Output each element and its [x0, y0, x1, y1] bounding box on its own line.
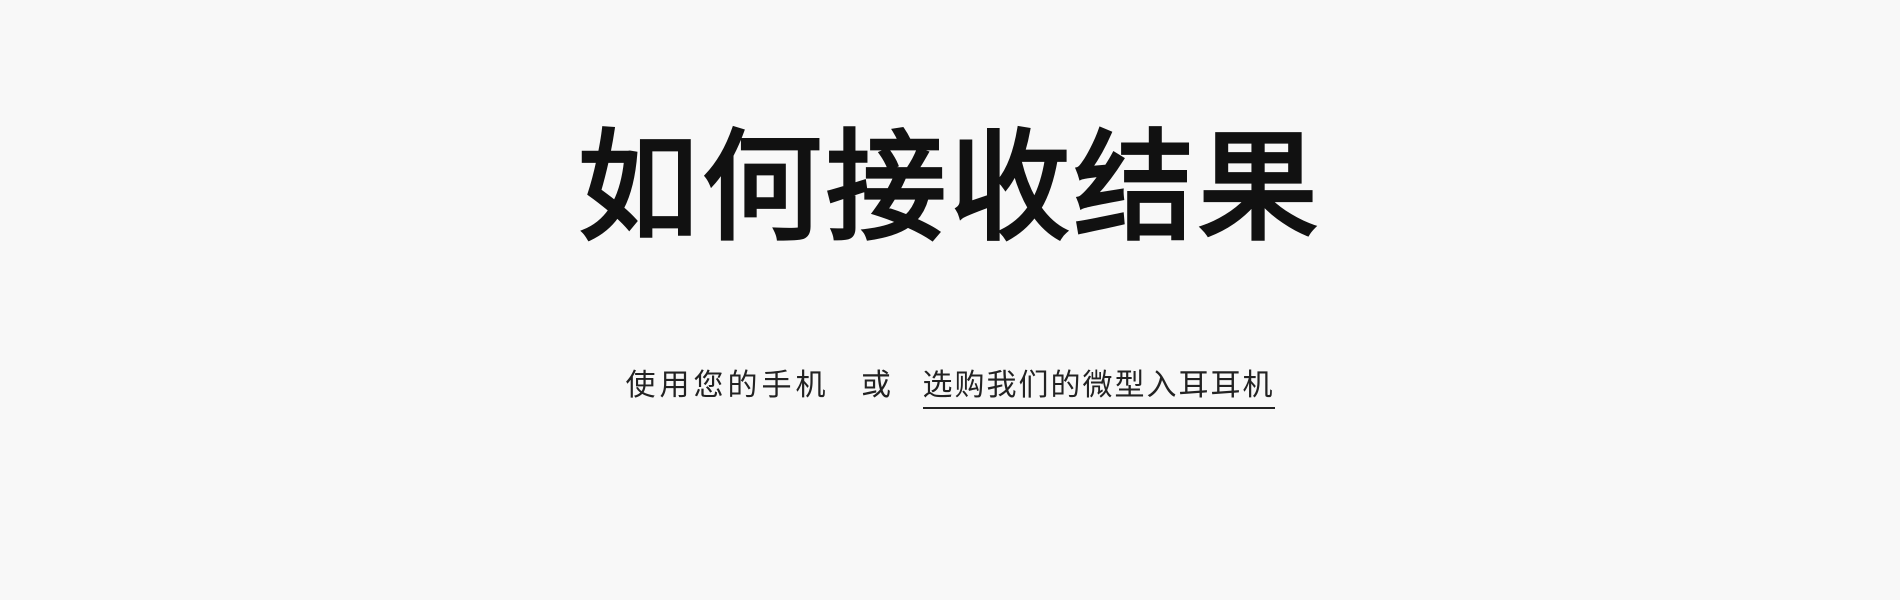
subtitle-or: 或 [861, 368, 891, 403]
subtitle: 使用您的手机 或 选购我们的微型入耳耳机 [0, 360, 1900, 409]
subtitle-prefix: 使用您的手机 [625, 368, 830, 403]
buy-earphones-link[interactable]: 选购我们的微型入耳耳机 [922, 368, 1275, 409]
page: 如何接收结果 使用您的手机 或 选购我们的微型入耳耳机 [0, 0, 1900, 600]
page-title: 如何接收结果 [578, 117, 1322, 258]
